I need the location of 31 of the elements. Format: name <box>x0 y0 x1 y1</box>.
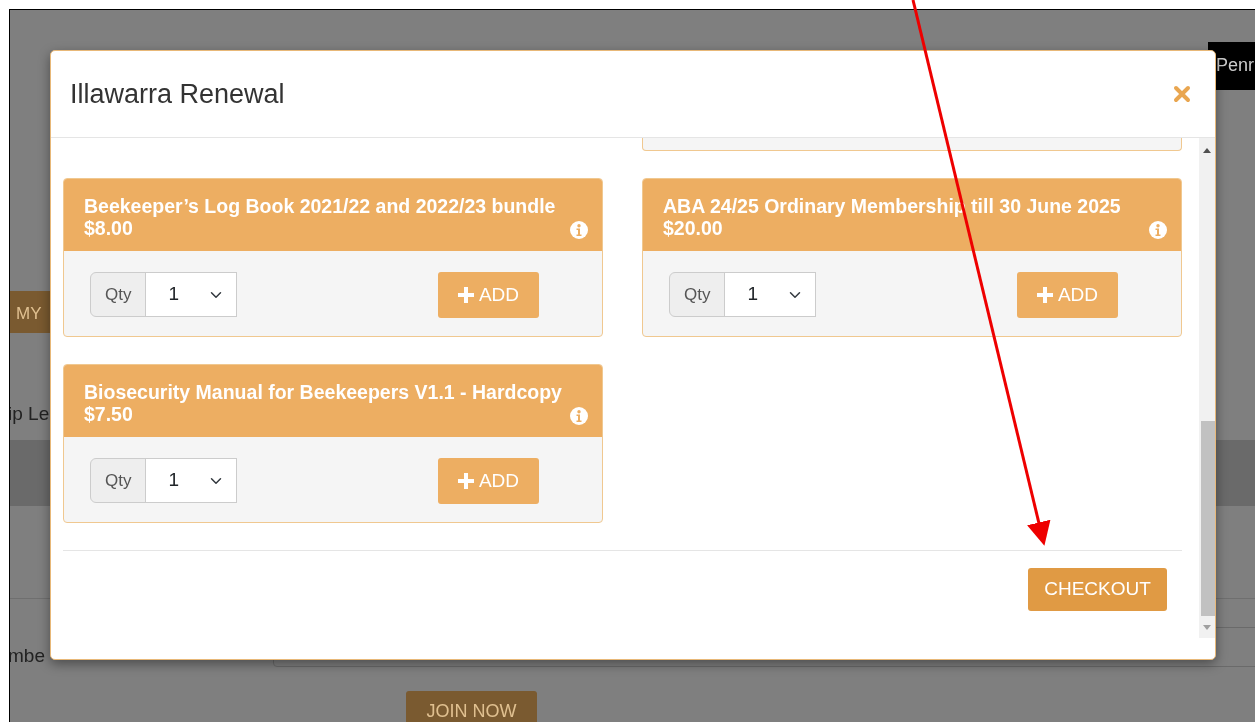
product-name: Biosecurity Manual for Beekeepers V1.1 - Hardcopy <box>84 381 562 403</box>
product-price: $7.50 <box>84 403 134 425</box>
product-price: $8.00 <box>84 217 134 239</box>
scrollbar[interactable] <box>1199 138 1215 638</box>
modal-title: Illawarra Renewal <box>70 77 285 111</box>
qty-label: Qty <box>669 272 726 317</box>
plus-icon <box>1036 287 1053 303</box>
plus-icon <box>457 473 474 489</box>
checkout-button[interactable]: CHECKOUT <box>1028 568 1167 611</box>
plus-icon <box>457 287 474 303</box>
add-button[interactable]: ADD <box>438 458 539 504</box>
qty-label: Qty <box>90 272 147 317</box>
qty-label: Qty <box>90 458 147 503</box>
qty-select[interactable]: 1 <box>145 458 237 503</box>
field-label: ip Le <box>10 402 50 426</box>
page-button[interactable]: MY <box>10 291 50 333</box>
scroll-thumb[interactable] <box>1201 421 1215 616</box>
qty-select[interactable]: 1 <box>724 272 816 317</box>
scroll-up-icon[interactable] <box>1203 148 1211 153</box>
add-button[interactable]: ADD <box>438 272 539 318</box>
info-icon[interactable] <box>570 407 588 425</box>
close-icon[interactable] <box>1173 85 1191 103</box>
qty-select[interactable]: 1 <box>145 272 237 317</box>
join-now-button[interactable]: JOIN NOW <box>406 691 537 722</box>
info-icon[interactable] <box>1149 221 1167 239</box>
info-icon[interactable] <box>570 221 588 239</box>
add-button[interactable]: ADD <box>1017 272 1118 318</box>
product-price: $20.00 <box>663 217 724 239</box>
scroll-down-icon[interactable] <box>1203 625 1211 630</box>
product-name: Beekeeper’s Log Book 2021/22 and 2022/23 bundle <box>84 195 556 217</box>
field-label: mbe <box>10 644 45 668</box>
